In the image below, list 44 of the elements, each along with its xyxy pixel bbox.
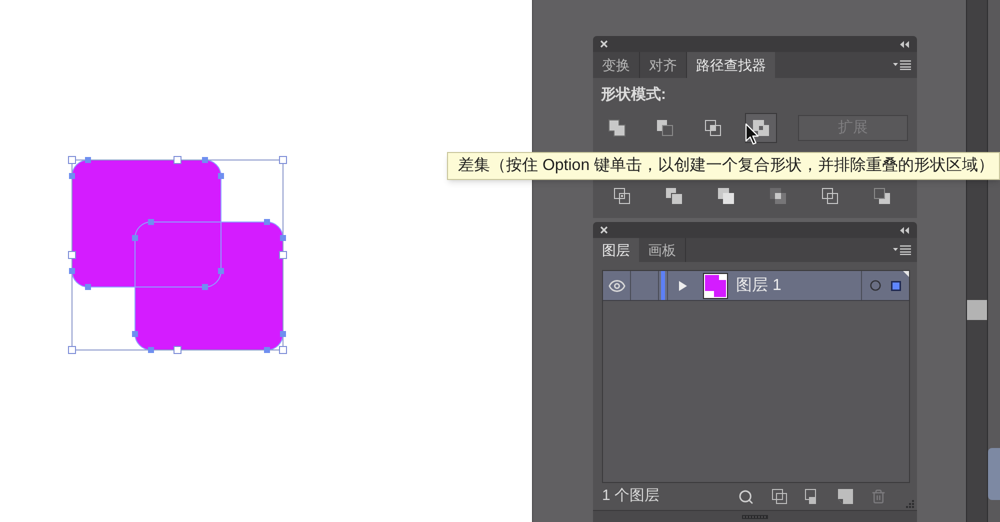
layer-name[interactable]: 图层 1 [736,274,782,298]
selection-handle[interactable] [174,346,182,354]
new-layer-icon[interactable] [838,489,853,504]
outline-squares-icon [821,187,839,205]
layer-row[interactable]: 图层 1 [603,271,909,301]
caret-right-icon[interactable] [678,280,688,290]
minus-back-icon [873,187,891,205]
close-icon[interactable] [600,40,608,48]
intersect-squares-icon [704,119,722,137]
pointer-cursor-icon [745,123,759,145]
trim-squares-icon [665,187,683,205]
section-label: 形状模式: [601,85,667,105]
selection-handle[interactable] [279,251,287,259]
corner-triangle-icon [903,271,909,277]
selection-square-icon[interactable] [891,280,901,290]
panel-menu-icon[interactable] [893,60,911,70]
crop-squares-icon [769,187,787,205]
resize-grip-icon[interactable] [906,500,914,508]
panel-tab[interactable]: 路径查找器 [687,52,775,78]
panel-menu-icon[interactable] [893,245,911,255]
selection-handle[interactable] [279,346,287,354]
collapse-arrows-icon[interactable] [900,40,910,48]
selection-handle[interactable] [68,251,76,259]
minus-front-icon [656,119,674,137]
selection-handle[interactable] [68,346,76,354]
selection-handle[interactable] [68,156,76,164]
trash-icon[interactable] [871,489,886,504]
panel-tab[interactable]: 图层 [593,238,639,262]
tooltip: 差集（按住 Option 键单击，以创建一个复合形状，并排除重叠的形状区域） [447,152,1000,180]
search-icon[interactable] [738,488,754,504]
target-circle-icon[interactable] [870,280,881,291]
divide-squares-icon [613,187,631,205]
layer-color-bar [661,271,665,300]
overlapping-squares-icon[interactable] [772,489,787,504]
selection-handle[interactable] [279,156,287,164]
selection-handle[interactable] [174,156,182,164]
scrollbar-thumb[interactable] [967,300,987,320]
close-icon[interactable] [600,226,608,234]
unite-squares-icon [608,119,626,137]
layer-count: 1 个图层 [602,486,660,506]
merge-squares-icon [717,187,735,205]
layer-thumbnail [703,272,728,298]
exclude-overlap-icon [752,119,770,137]
collapse-arrows-icon[interactable] [900,226,910,234]
